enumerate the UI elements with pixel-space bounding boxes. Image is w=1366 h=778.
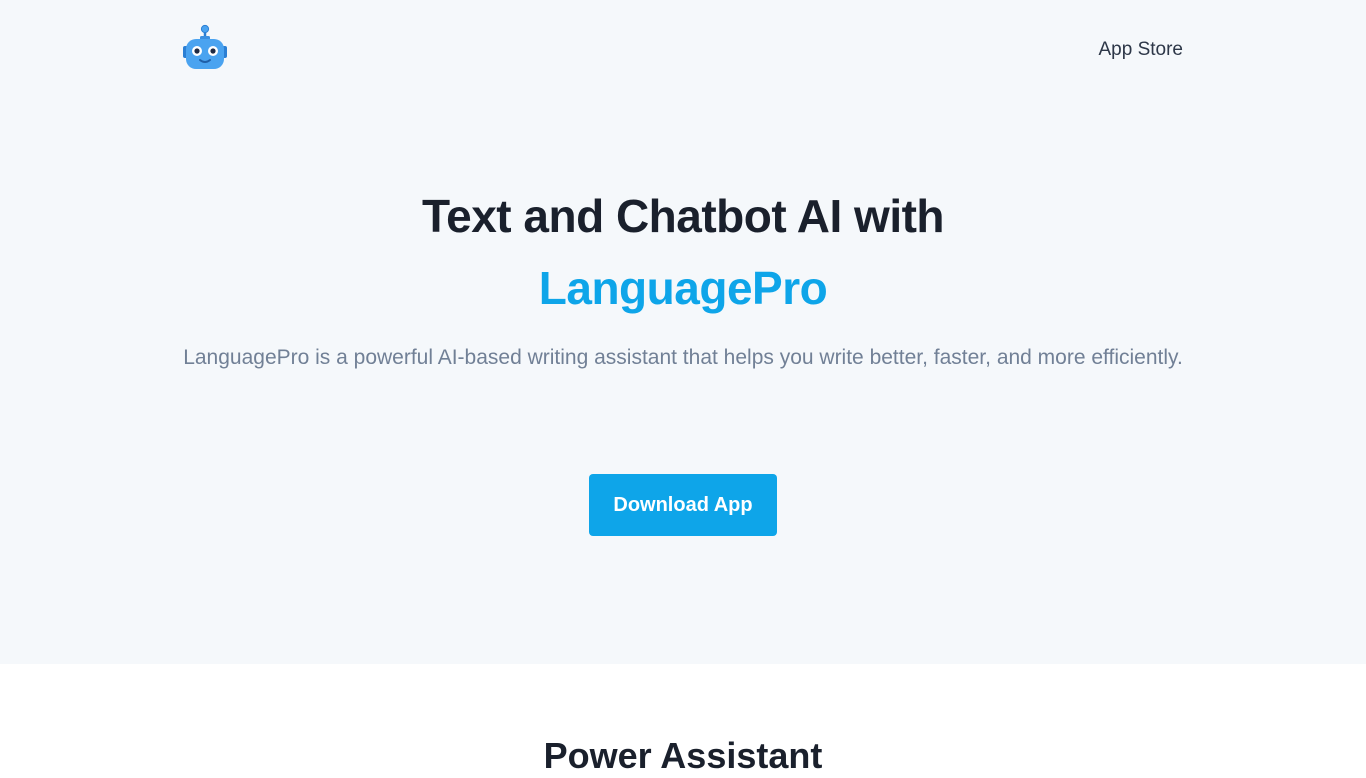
hero-section: App Store Text and Chatbot AI with Langu… xyxy=(0,0,1366,664)
hero-brand-name: LanguagePro xyxy=(538,262,828,314)
hero-title: Text and Chatbot AI with xyxy=(421,190,945,242)
features-section: Power Assistant xyxy=(0,664,1366,776)
nav-link-app-store[interactable]: App Store xyxy=(1099,38,1184,62)
section-title: Power Assistant xyxy=(543,735,823,776)
hero-description: LanguagePro is a powerful AI-based writi… xyxy=(183,346,1183,369)
logo[interactable] xyxy=(183,24,227,70)
download-app-button[interactable]: Download App xyxy=(589,474,777,536)
robot-icon xyxy=(183,24,227,69)
top-nav: App Store xyxy=(183,22,1183,70)
